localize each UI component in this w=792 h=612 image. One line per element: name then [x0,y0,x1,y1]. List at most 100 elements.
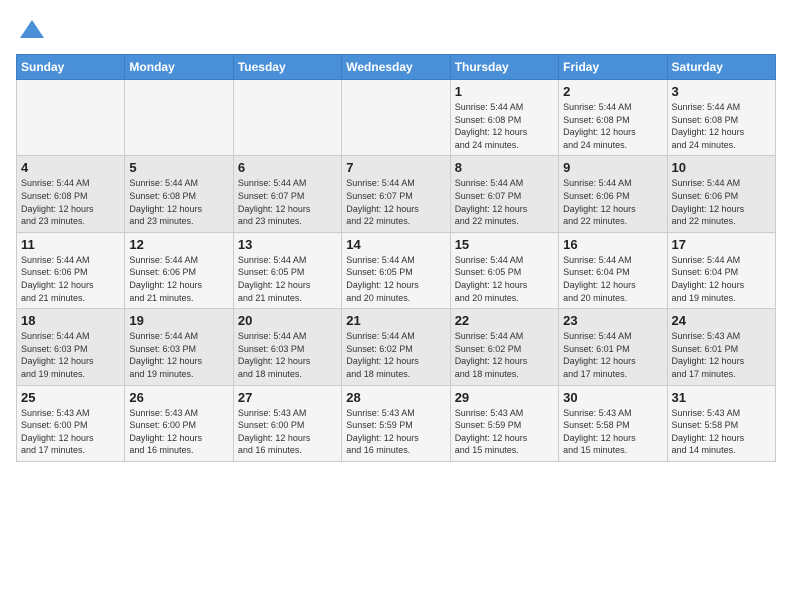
day-number: 4 [21,160,120,175]
calendar-cell: 31 Sunrise: 5:43 AM Sunset: 5:58 PM Dayli… [667,385,775,461]
calendar-header: SundayMondayTuesdayWednesdayThursdayFrid… [17,55,776,80]
calendar-cell: 14 Sunrise: 5:44 AM Sunset: 6:05 PM Dayli… [342,232,450,308]
calendar-cell: 5 Sunrise: 5:44 AM Sunset: 6:08 PM Daylig… [125,156,233,232]
calendar-cell: 11Sunrise: 5:44 AM Sunset: 6:06 PM Dayli… [17,232,125,308]
page-header [16,16,776,44]
day-info: Sunrise: 5:43 AM Sunset: 6:00 PM Dayligh… [129,407,228,457]
day-info: Sunrise: 5:44 AM Sunset: 6:02 PM Dayligh… [455,330,554,380]
weekday-thursday: Thursday [450,55,558,80]
calendar-cell: 21 Sunrise: 5:44 AM Sunset: 6:02 PM Dayli… [342,309,450,385]
day-info: Sunrise: 5:44 AM Sunset: 6:08 PM Dayligh… [672,101,771,151]
calendar-week-5: 25 Sunrise: 5:43 AM Sunset: 6:00 PM Dayli… [17,385,776,461]
day-number: 9 [563,160,662,175]
day-number: 14 [346,237,445,252]
calendar-cell [125,80,233,156]
calendar-cell: 10 Sunrise: 5:44 AM Sunset: 6:06 PM Dayli… [667,156,775,232]
calendar-cell: 2Sunrise: 5:44 AM Sunset: 6:08 PM Daylig… [559,80,667,156]
calendar-cell: 3Sunrise: 5:44 AM Sunset: 6:08 PM Daylig… [667,80,775,156]
day-number: 5 [129,160,228,175]
calendar-cell: 9Sunrise: 5:44 AM Sunset: 6:06 PM Daylig… [559,156,667,232]
calendar-cell: 1 Sunrise: 5:44 AM Sunset: 6:08 PM Daylig… [450,80,558,156]
weekday-sunday: Sunday [17,55,125,80]
day-info: Sunrise: 5:43 AM Sunset: 6:00 PM Dayligh… [21,407,120,457]
day-info: Sunrise: 5:44 AM Sunset: 6:05 PM Dayligh… [346,254,445,304]
day-info: Sunrise: 5:43 AM Sunset: 6:01 PM Dayligh… [672,330,771,380]
day-number: 13 [238,237,337,252]
day-info: Sunrise: 5:44 AM Sunset: 6:04 PM Dayligh… [563,254,662,304]
day-info: Sunrise: 5:44 AM Sunset: 6:04 PM Dayligh… [672,254,771,304]
calendar-body: 1 Sunrise: 5:44 AM Sunset: 6:08 PM Daylig… [17,80,776,462]
calendar-cell: 20 Sunrise: 5:44 AM Sunset: 6:03 PM Dayli… [233,309,341,385]
weekday-header-row: SundayMondayTuesdayWednesdayThursdayFrid… [17,55,776,80]
calendar-cell: 25 Sunrise: 5:43 AM Sunset: 6:00 PM Dayli… [17,385,125,461]
day-number: 28 [346,390,445,405]
calendar-cell: 29 Sunrise: 5:43 AM Sunset: 5:59 PM Dayli… [450,385,558,461]
day-number: 10 [672,160,771,175]
day-number: 17 [672,237,771,252]
day-info: Sunrise: 5:44 AM Sunset: 6:07 PM Dayligh… [455,177,554,227]
day-number: 25 [21,390,120,405]
calendar-week-2: 4 Sunrise: 5:44 AM Sunset: 6:08 PM Daylig… [17,156,776,232]
calendar-cell: 26 Sunrise: 5:43 AM Sunset: 6:00 PM Dayli… [125,385,233,461]
calendar-cell: 28 Sunrise: 5:43 AM Sunset: 5:59 PM Dayli… [342,385,450,461]
day-number: 29 [455,390,554,405]
calendar-cell: 7 Sunrise: 5:44 AM Sunset: 6:07 PM Daylig… [342,156,450,232]
calendar-cell: 27Sunrise: 5:43 AM Sunset: 6:00 PM Dayli… [233,385,341,461]
day-info: Sunrise: 5:43 AM Sunset: 5:58 PM Dayligh… [563,407,662,457]
day-number: 8 [455,160,554,175]
calendar-cell: 8 Sunrise: 5:44 AM Sunset: 6:07 PM Daylig… [450,156,558,232]
day-number: 26 [129,390,228,405]
day-number: 22 [455,313,554,328]
day-info: Sunrise: 5:44 AM Sunset: 6:01 PM Dayligh… [563,330,662,380]
calendar-cell [233,80,341,156]
day-info: Sunrise: 5:43 AM Sunset: 5:59 PM Dayligh… [455,407,554,457]
day-number: 31 [672,390,771,405]
day-info: Sunrise: 5:44 AM Sunset: 6:05 PM Dayligh… [455,254,554,304]
calendar-cell: 18 Sunrise: 5:44 AM Sunset: 6:03 PM Dayli… [17,309,125,385]
day-info: Sunrise: 5:44 AM Sunset: 6:08 PM Dayligh… [21,177,120,227]
calendar-cell: 23Sunrise: 5:44 AM Sunset: 6:01 PM Dayli… [559,309,667,385]
calendar-cell: 19Sunrise: 5:44 AM Sunset: 6:03 PM Dayli… [125,309,233,385]
day-number: 20 [238,313,337,328]
logo-icon [18,16,46,44]
calendar-week-3: 11Sunrise: 5:44 AM Sunset: 6:06 PM Dayli… [17,232,776,308]
day-info: Sunrise: 5:44 AM Sunset: 6:05 PM Dayligh… [238,254,337,304]
weekday-friday: Friday [559,55,667,80]
calendar-cell [17,80,125,156]
day-info: Sunrise: 5:44 AM Sunset: 6:07 PM Dayligh… [238,177,337,227]
day-number: 24 [672,313,771,328]
calendar-cell: 24 Sunrise: 5:43 AM Sunset: 6:01 PM Dayli… [667,309,775,385]
day-info: Sunrise: 5:43 AM Sunset: 6:00 PM Dayligh… [238,407,337,457]
day-number: 12 [129,237,228,252]
calendar-cell: 4 Sunrise: 5:44 AM Sunset: 6:08 PM Daylig… [17,156,125,232]
calendar-cell: 15 Sunrise: 5:44 AM Sunset: 6:05 PM Dayli… [450,232,558,308]
day-info: Sunrise: 5:43 AM Sunset: 5:59 PM Dayligh… [346,407,445,457]
calendar-week-1: 1 Sunrise: 5:44 AM Sunset: 6:08 PM Daylig… [17,80,776,156]
logo [16,16,46,44]
day-info: Sunrise: 5:44 AM Sunset: 6:06 PM Dayligh… [21,254,120,304]
day-number: 6 [238,160,337,175]
calendar-cell: 30 Sunrise: 5:43 AM Sunset: 5:58 PM Dayli… [559,385,667,461]
day-number: 21 [346,313,445,328]
calendar-table: SundayMondayTuesdayWednesdayThursdayFrid… [16,54,776,462]
weekday-saturday: Saturday [667,55,775,80]
day-info: Sunrise: 5:44 AM Sunset: 6:06 PM Dayligh… [672,177,771,227]
day-number: 1 [455,84,554,99]
day-info: Sunrise: 5:44 AM Sunset: 6:03 PM Dayligh… [238,330,337,380]
day-number: 15 [455,237,554,252]
calendar-cell [342,80,450,156]
day-number: 2 [563,84,662,99]
day-info: Sunrise: 5:44 AM Sunset: 6:07 PM Dayligh… [346,177,445,227]
day-info: Sunrise: 5:44 AM Sunset: 6:02 PM Dayligh… [346,330,445,380]
day-number: 30 [563,390,662,405]
calendar-cell: 17 Sunrise: 5:44 AM Sunset: 6:04 PM Dayli… [667,232,775,308]
weekday-wednesday: Wednesday [342,55,450,80]
day-info: Sunrise: 5:43 AM Sunset: 5:58 PM Dayligh… [672,407,771,457]
day-number: 16 [563,237,662,252]
day-info: Sunrise: 5:44 AM Sunset: 6:03 PM Dayligh… [21,330,120,380]
day-number: 7 [346,160,445,175]
day-info: Sunrise: 5:44 AM Sunset: 6:08 PM Dayligh… [455,101,554,151]
calendar-cell: 13 Sunrise: 5:44 AM Sunset: 6:05 PM Dayli… [233,232,341,308]
day-number: 18 [21,313,120,328]
day-info: Sunrise: 5:44 AM Sunset: 6:08 PM Dayligh… [129,177,228,227]
